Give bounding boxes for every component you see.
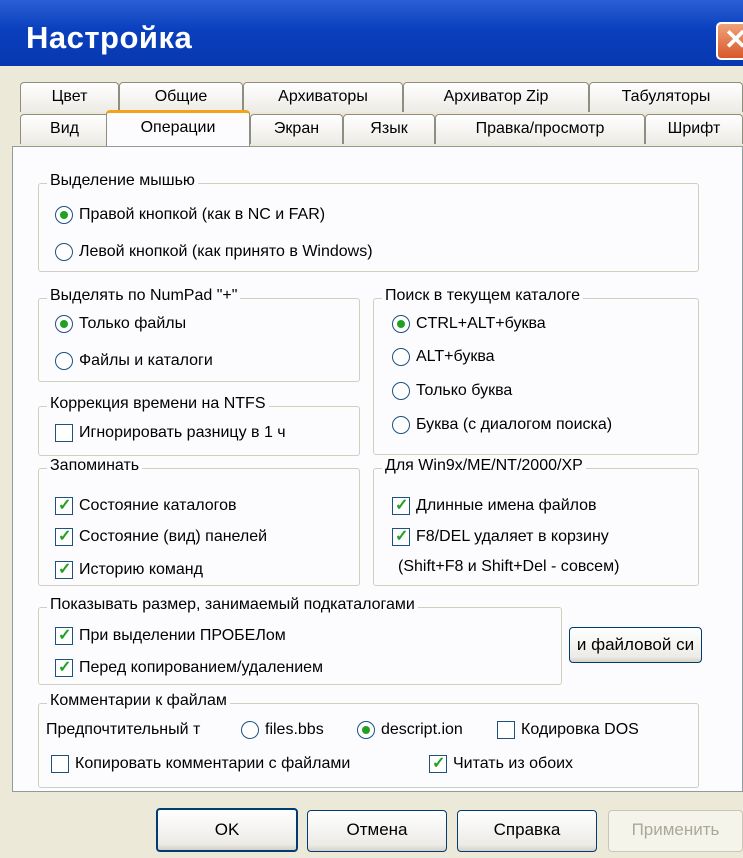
subdir-size-legend: Показывать размер, занимаемый подкаталог… — [47, 596, 418, 614]
checkbox-icon — [55, 625, 73, 645]
radio-label: Буква (с диалогом поиска) — [416, 416, 613, 433]
radio-label: Левой кнопкой (как принято в Windows) — [79, 243, 373, 260]
tab-screen[interactable]: Экран — [250, 114, 343, 144]
checkbox-f8-del[interactable]: F8/DEL удаляет в корзину — [392, 526, 609, 546]
radio-icon — [392, 416, 410, 434]
checkbox-label: Копировать комментарии с файлами — [75, 755, 351, 772]
checkbox-label: F8/DEL удаляет в корзину — [416, 528, 609, 545]
radio-icon — [55, 352, 73, 370]
radio-icon — [392, 382, 410, 400]
checkbox-copy-comments[interactable]: Копировать комментарии с файлами — [51, 755, 350, 773]
checkbox-panels-state[interactable]: Состояние (вид) панелей — [55, 526, 268, 546]
checkbox-label: Длинные имена файлов — [416, 497, 597, 514]
checkbox-label: Состояние каталогов — [79, 497, 237, 514]
checkbox-label: Кодировка DOS — [521, 721, 639, 738]
tab-operations[interactable]: Операции — [106, 110, 250, 146]
win9x-legend: Для Win9x/ME/NT/2000/XP — [382, 457, 586, 475]
tab-language[interactable]: Язык — [343, 114, 435, 144]
tab-view[interactable]: Вид — [20, 114, 109, 144]
radio-icon — [55, 243, 73, 261]
tab-general[interactable]: Общие — [119, 82, 243, 112]
tab-archiver-zip[interactable]: Архиватор Zip — [403, 82, 589, 112]
checkbox-label: Состояние (вид) панелей — [79, 528, 268, 545]
window-title: Настройка — [26, 20, 193, 55]
apply-button[interactable]: Применить — [608, 810, 743, 852]
checkbox-label: Перед копированием/удалением — [79, 659, 324, 676]
checkbox-dos-encoding[interactable]: Кодировка DOS — [497, 721, 639, 739]
tab-font[interactable]: Шрифт — [645, 114, 743, 144]
checkbox-label: Игнорировать разницу в 1 ч — [79, 424, 286, 441]
close-icon[interactable]: ✕ — [716, 22, 743, 60]
tab-archivers[interactable]: Архиваторы — [243, 82, 403, 112]
checkbox-icon — [55, 424, 73, 442]
radio-right-button[interactable]: Правой кнопкой (как в NC и FAR) — [55, 206, 325, 224]
checkbox-history[interactable]: Историю команд — [55, 559, 203, 579]
checkbox-icon — [392, 526, 410, 546]
checkbox-label: Историю команд — [79, 561, 203, 578]
ok-button[interactable]: OK — [156, 808, 298, 852]
comments-group: Комментарии к файлам — [38, 692, 699, 788]
filesystem-button[interactable]: и файловой си — [569, 627, 702, 663]
checkbox-icon — [55, 657, 73, 677]
radio-icon — [55, 315, 73, 333]
title-bar: Настройка ✕ — [0, 0, 743, 66]
radio-alt-letter[interactable]: ALT+буква — [392, 348, 495, 366]
help-button[interactable]: Справка — [457, 810, 597, 852]
cancel-button[interactable]: Отмена — [307, 810, 447, 852]
checkbox-icon — [55, 526, 73, 546]
radio-label: CTRL+ALT+буква — [416, 315, 546, 332]
radio-label: ALT+буква — [416, 348, 495, 365]
mouse-selection-legend: Выделение мышью — [47, 172, 198, 190]
checkbox-before-copy[interactable]: Перед копированием/удалением — [55, 657, 324, 677]
numpad-legend: Выделять по NumPad "+" — [47, 287, 241, 305]
checkbox-read-both[interactable]: Читать из обоих — [429, 753, 574, 773]
checkbox-icon — [392, 495, 410, 515]
radio-label: Только файлы — [79, 315, 187, 332]
checkbox-icon — [497, 721, 515, 739]
checkbox-dirs-state[interactable]: Состояние каталогов — [55, 495, 237, 515]
radio-letter-only[interactable]: Только буква — [392, 382, 512, 400]
radio-files-and-dirs[interactable]: Файлы и каталоги — [55, 352, 213, 370]
checkbox-icon — [429, 753, 447, 773]
radio-label: files.bbs — [265, 721, 324, 738]
radio-icon — [241, 721, 259, 739]
tab-tabulators[interactable]: Табуляторы — [589, 82, 743, 112]
search-legend: Поиск в текущем каталоге — [382, 287, 584, 305]
checkbox-ignore-1h[interactable]: Игнорировать разницу в 1 ч — [55, 424, 286, 442]
checkbox-icon — [55, 559, 73, 579]
radio-icon — [357, 721, 375, 739]
radio-label: Только буква — [416, 382, 513, 399]
radio-label: descript.ion — [381, 721, 463, 738]
tab-edit-view[interactable]: Правка/просмотр — [435, 114, 645, 144]
checkbox-icon — [51, 755, 69, 773]
checkbox-label: При выделении ПРОБЕЛом — [79, 627, 286, 644]
checkbox-long-names[interactable]: Длинные имена файлов — [392, 495, 597, 515]
comments-legend: Комментарии к файлам — [47, 692, 230, 710]
radio-left-button[interactable]: Левой кнопкой (как принято в Windows) — [55, 243, 373, 261]
tab-color[interactable]: Цвет — [20, 82, 119, 112]
ntfs-legend: Коррекция времени на NTFS — [47, 395, 269, 413]
radio-descript-ion[interactable]: descript.ion — [357, 721, 463, 739]
radio-files-bbs[interactable]: files.bbs — [241, 721, 324, 739]
radio-label: Правой кнопкой (как в NC и FAR) — [79, 206, 326, 223]
radio-ctrl-alt-letter[interactable]: CTRL+ALT+буква — [392, 315, 546, 333]
radio-icon — [392, 315, 410, 333]
radio-files-only[interactable]: Только файлы — [55, 315, 186, 333]
radio-icon — [55, 206, 73, 224]
checkbox-icon — [55, 495, 73, 515]
radio-label: Файлы и каталоги — [79, 352, 213, 369]
remember-legend: Запоминать — [47, 457, 143, 475]
radio-icon — [392, 348, 410, 366]
preferred-label: Предпочтительный т — [46, 721, 201, 738]
radio-letter-dialog[interactable]: Буква (с диалогом поиска) — [392, 416, 612, 434]
checkbox-label: Читать из обоих — [453, 755, 574, 772]
f8-del-note: (Shift+F8 и Shift+Del - совсем) — [398, 558, 620, 575]
checkbox-on-space[interactable]: При выделении ПРОБЕЛом — [55, 625, 286, 645]
